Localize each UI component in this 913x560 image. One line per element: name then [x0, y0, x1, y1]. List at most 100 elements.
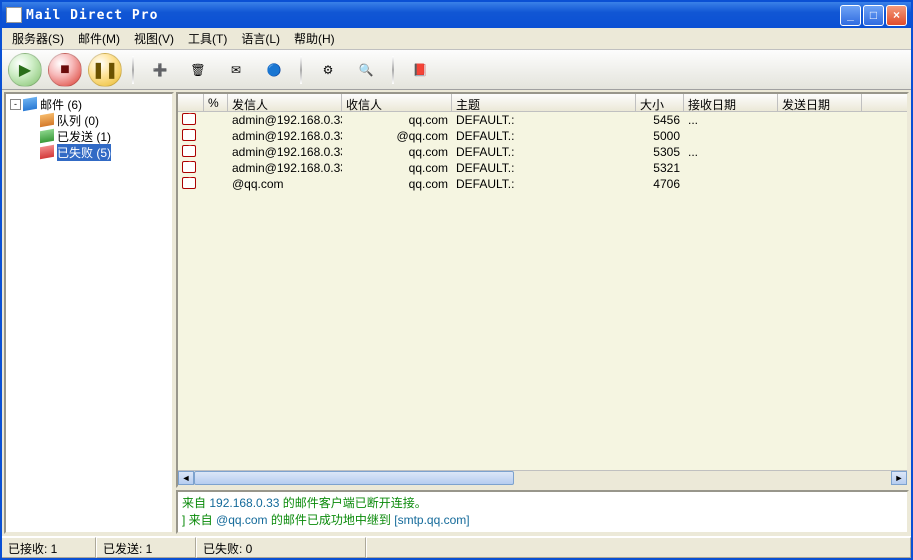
toolbar: ▶ ■ ❚❚ ➕ 🗑 ✉ 🔵 ⚙ 🔍 📕 — [2, 50, 911, 90]
col-recvdate[interactable]: 接收日期 — [684, 94, 778, 111]
list-body[interactable]: admin@192.168.0.33qq.comDEFAULT.:5456...… — [178, 112, 907, 470]
status-received: 已接收: 1 — [2, 537, 96, 558]
cell-recipient: @qq.com — [342, 129, 452, 143]
tree-label: 已发送 (1) — [57, 128, 111, 145]
globe-button[interactable]: 🔵 — [258, 54, 290, 86]
log-line: ] 来自 @qq.com 的邮件已成功地中继到 [smtp.qq.com] — [182, 511, 903, 528]
tree-label: 已失败 (5) — [57, 144, 111, 161]
col-icon[interactable] — [178, 94, 204, 111]
stop-button[interactable]: ■ — [48, 53, 82, 87]
cell-sender: @qq.com — [228, 177, 342, 191]
minimize-button[interactable]: _ — [840, 5, 861, 26]
cell-sender: admin@192.168.0.33 — [228, 113, 342, 127]
horizontal-scrollbar[interactable]: ◄ ► — [178, 470, 907, 486]
window-buttons: _ □ × — [840, 5, 907, 26]
cell-sender: admin@192.168.0.33 — [228, 129, 342, 143]
table-row[interactable]: @qq.comqq.comDEFAULT.:4706 — [178, 176, 907, 192]
menu-view[interactable]: 视图(V) — [128, 28, 180, 49]
list-header: % 发信人 收信人 主题 大小 接收日期 发送日期 — [178, 94, 907, 112]
maximize-button[interactable]: □ — [863, 5, 884, 26]
status-sent: 已发送: 1 — [96, 537, 196, 558]
close-button[interactable]: × — [886, 5, 907, 26]
toolbar-separator — [300, 56, 302, 84]
scroll-left-icon[interactable]: ◄ — [178, 471, 194, 485]
mail-list: % 发信人 收信人 主题 大小 接收日期 发送日期 admin@192.168.… — [176, 92, 909, 488]
cell-size: 5456 — [636, 113, 684, 127]
toolbar-separator — [392, 56, 394, 84]
app-window: Mail Direct Pro _ □ × 服务器(S) 邮件(M) 视图(V)… — [0, 0, 913, 560]
toolbar-separator — [132, 56, 134, 84]
cube-icon — [40, 145, 54, 159]
cell-recipient: qq.com — [342, 145, 452, 159]
search-button[interactable]: 🔍 — [350, 54, 382, 86]
mail-icon — [182, 145, 196, 157]
mail-icon — [182, 161, 196, 173]
app-icon — [6, 7, 22, 23]
menu-help[interactable]: 帮助(H) — [288, 28, 341, 49]
table-row[interactable]: admin@192.168.0.33qq.comDEFAULT.:5456... — [178, 112, 907, 128]
add-button[interactable]: ➕ — [144, 54, 176, 86]
cell-recipient: qq.com — [342, 113, 452, 127]
tree-item-sent[interactable]: 已发送 (1) — [6, 128, 172, 144]
tree-item-queue[interactable]: 队列 (0) — [6, 112, 172, 128]
cell-recvdate: ... — [684, 145, 778, 159]
window-title: Mail Direct Pro — [26, 8, 840, 23]
col-senddate[interactable]: 发送日期 — [778, 94, 862, 111]
scroll-thumb[interactable] — [194, 471, 514, 485]
cube-icon — [23, 97, 37, 111]
play-button[interactable]: ▶ — [8, 53, 42, 87]
col-recipient[interactable]: 收信人 — [342, 94, 452, 111]
cell-size: 4706 — [636, 177, 684, 191]
table-row[interactable]: admin@192.168.0.33qq.comDEFAULT.:5321 — [178, 160, 907, 176]
status-spacer — [366, 537, 911, 558]
title-bar[interactable]: Mail Direct Pro _ □ × — [2, 2, 911, 28]
message-button[interactable]: ✉ — [220, 54, 252, 86]
tree-item-mail[interactable]: - 邮件 (6) — [6, 96, 172, 112]
cell-recvdate: ... — [684, 113, 778, 127]
cell-recipient: qq.com — [342, 177, 452, 191]
folder-tree[interactable]: - 邮件 (6) 队列 (0) 已发送 (1) 已失败 (5) — [4, 92, 174, 534]
menu-language[interactable]: 语言(L) — [235, 28, 286, 49]
status-failed: 已失败: 0 — [196, 537, 366, 558]
col-sender[interactable]: 发信人 — [228, 94, 342, 111]
book-button[interactable]: 📕 — [404, 54, 436, 86]
col-subject[interactable]: 主题 — [452, 94, 636, 111]
cell-subject: DEFAULT.: — [452, 161, 636, 175]
mail-icon — [182, 177, 196, 189]
tree-label: 邮件 (6) — [40, 96, 82, 113]
cube-icon — [40, 113, 54, 127]
menu-server[interactable]: 服务器(S) — [6, 28, 70, 49]
cell-size: 5321 — [636, 161, 684, 175]
scroll-right-icon[interactable]: ► — [891, 471, 907, 485]
tree-label: 队列 (0) — [57, 112, 99, 129]
status-bar: 已接收: 1 已发送: 1 已失败: 0 — [2, 536, 911, 558]
table-row[interactable]: admin@192.168.0.33qq.comDEFAULT.:5305... — [178, 144, 907, 160]
cell-size: 5000 — [636, 129, 684, 143]
col-percent[interactable]: % — [204, 94, 228, 111]
mail-icon — [182, 129, 196, 141]
expand-toggle[interactable]: - — [10, 99, 21, 110]
cell-subject: DEFAULT.: — [452, 129, 636, 143]
cell-subject: DEFAULT.: — [452, 177, 636, 191]
main-body: - 邮件 (6) 队列 (0) 已发送 (1) 已失败 (5) — [2, 90, 911, 536]
menu-mail[interactable]: 邮件(M) — [72, 28, 126, 49]
col-size[interactable]: 大小 — [636, 94, 684, 111]
log-line: 来自 192.168.0.33 的邮件客户端已断开连接。 — [182, 494, 903, 511]
cell-subject: DEFAULT.: — [452, 113, 636, 127]
cube-icon — [40, 129, 54, 143]
pause-button[interactable]: ❚❚ — [88, 53, 122, 87]
cell-sender: admin@192.168.0.33 — [228, 145, 342, 159]
delete-button[interactable]: 🗑 — [182, 54, 214, 86]
main-column: % 发信人 收信人 主题 大小 接收日期 发送日期 admin@192.168.… — [176, 92, 909, 534]
menu-bar: 服务器(S) 邮件(M) 视图(V) 工具(T) 语言(L) 帮助(H) — [2, 28, 911, 50]
mail-icon — [182, 113, 196, 125]
cell-size: 5305 — [636, 145, 684, 159]
settings-button[interactable]: ⚙ — [312, 54, 344, 86]
menu-tools[interactable]: 工具(T) — [182, 28, 233, 49]
cell-sender: admin@192.168.0.33 — [228, 161, 342, 175]
table-row[interactable]: admin@192.168.0.33@qq.comDEFAULT.:5000 — [178, 128, 907, 144]
tree-item-failed[interactable]: 已失败 (5) — [6, 144, 172, 160]
cell-subject: DEFAULT.: — [452, 145, 636, 159]
log-panel[interactable]: 来自 192.168.0.33 的邮件客户端已断开连接。 ] 来自 @qq.co… — [176, 490, 909, 534]
cell-recipient: qq.com — [342, 161, 452, 175]
